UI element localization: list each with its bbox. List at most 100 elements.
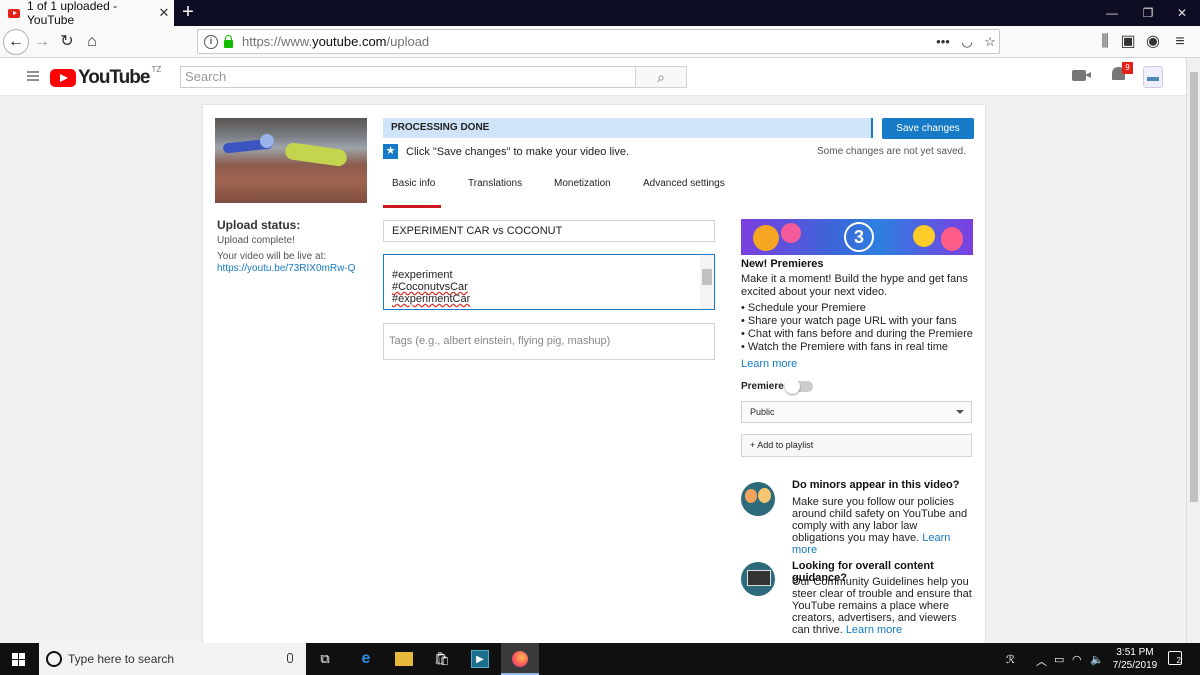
countdown-number: 3	[844, 222, 874, 252]
logo-text: YouTube	[78, 67, 150, 88]
firefox-taskbar-button[interactable]	[501, 643, 539, 675]
close-window-button[interactable]: ✕	[1162, 0, 1200, 26]
tab-translations[interactable]: Translations	[468, 178, 522, 189]
notifications-badge: 9	[1122, 62, 1133, 74]
youtube-logo[interactable]: YouTube TZ	[50, 65, 162, 89]
bookmark-star-icon[interactable]: ☆	[981, 33, 999, 51]
description-line: #experiment	[392, 269, 453, 281]
pocket-icon[interactable]: ◡	[958, 33, 976, 51]
upload-status-value: Upload complete!	[217, 235, 295, 246]
taskbar-search-input[interactable]: Type here to search	[39, 643, 306, 675]
people-icon[interactable]: ℛ	[1006, 653, 1015, 666]
privacy-value: Public	[750, 407, 775, 417]
guide-menu-icon[interactable]	[27, 71, 39, 81]
add-to-playlist-button[interactable]: + Add to playlist	[741, 434, 972, 457]
search-input[interactable]: Search	[180, 66, 636, 88]
back-button[interactable]: ←	[3, 29, 29, 55]
premieres-learn-more-link[interactable]: Learn more	[741, 358, 797, 370]
page-actions-button[interactable]: •••	[934, 33, 952, 51]
video-link[interactable]: https://youtu.be/73RIX0mRw-Q	[217, 263, 355, 274]
clock-time: 3:51 PM	[1116, 647, 1154, 658]
unsaved-notice: Some changes are not yet saved.	[817, 146, 966, 157]
minors-heading: Do minors appear in this video?	[792, 479, 960, 491]
chevron-down-icon	[956, 410, 964, 414]
library-icon[interactable]: ⫼	[1093, 30, 1117, 54]
premiere-toggle[interactable]	[785, 379, 813, 394]
action-center-icon[interactable]: 2	[1168, 651, 1182, 665]
firefox-icon	[512, 651, 528, 667]
taskbar-search-placeholder: Type here to search	[68, 652, 175, 666]
children-illustration-icon	[741, 482, 775, 516]
sidebar-icon[interactable]: ▣	[1116, 30, 1140, 54]
save-hint: Click "Save changes" to make your video …	[406, 146, 630, 158]
minors-text: Make sure you follow our policies around…	[792, 496, 968, 556]
save-changes-button[interactable]: Save changes	[882, 118, 974, 139]
privacy-select[interactable]: Public	[741, 401, 972, 423]
tags-input[interactable]: Tags (e.g., albert einstein, flying pig,…	[383, 323, 715, 360]
taskbar: Type here to search ⧉ e 🛍 ▶ ℛ ︿ ▭ ◠ 🔈 3:…	[0, 643, 1200, 675]
active-tab-indicator	[383, 205, 441, 208]
browser-tab[interactable]: 1 of 1 uploaded - YouTube ✕	[0, 0, 174, 27]
screen: 1 of 1 uploaded - YouTube ✕ + — ❐ ✕ ← → …	[0, 0, 1200, 675]
youtube-favicon-icon	[8, 8, 20, 18]
video-title-input[interactable]: EXPERIMENT CAR vs COCONUT	[383, 220, 715, 242]
description-textarea[interactable]: #experiment #CoconutvsCar #experimentCar	[383, 254, 715, 310]
store-icon[interactable]: 🛍	[433, 650, 451, 668]
volume-icon[interactable]: 🔈	[1090, 653, 1104, 666]
edge-icon[interactable]: e	[357, 650, 375, 668]
search-icon: ⌕	[657, 69, 665, 85]
upload-status-label: Upload status:	[217, 218, 301, 232]
premieres-bullet: • Watch the Premiere with fans in real t…	[741, 341, 949, 353]
page-scrollbar[interactable]	[1186, 58, 1200, 643]
content-guidance-text: Our Community Guidelines help you steer …	[792, 576, 972, 636]
upload-card: Upload status: Upload complete! Your vid…	[202, 104, 986, 649]
premieres-bullet: • Share your watch page URL with your fa…	[741, 315, 957, 327]
task-view-icon[interactable]: ⧉	[316, 650, 334, 668]
system-clock[interactable]: 3:51 PM 7/25/2019	[1110, 646, 1160, 672]
media-app-icon[interactable]: ▶	[471, 650, 489, 668]
tab-title: 1 of 1 uploaded - YouTube	[27, 0, 118, 27]
menu-icon[interactable]: ≡	[1168, 30, 1192, 54]
description-line: #experimentCar	[392, 293, 471, 305]
lock-icon	[224, 34, 233, 48]
premieres-banner: 3	[741, 219, 973, 255]
new-tab-button[interactable]: +	[178, 2, 198, 24]
scrollbar-thumb[interactable]	[1190, 72, 1198, 502]
info-icon[interactable]: i	[204, 34, 218, 49]
description-line: #CoconutvsCar	[392, 281, 468, 293]
microphone-icon[interactable]	[287, 653, 293, 663]
battery-icon[interactable]: ▭	[1054, 653, 1064, 666]
address-bar[interactable]: i https://www.youtube.com/upload ••• ◡ ☆	[197, 29, 1000, 54]
tab-basic-info[interactable]: Basic info	[392, 178, 435, 189]
premieres-heading: New! Premieres	[741, 258, 824, 270]
minimize-button[interactable]: —	[1092, 0, 1132, 26]
forward-button[interactable]: →	[30, 30, 54, 54]
description-scrollbar[interactable]	[700, 255, 714, 309]
navigation-bar: ← → ↻ ⌂ i https://www.youtube.com/upload…	[0, 26, 1200, 58]
wifi-icon[interactable]: ◠	[1072, 653, 1082, 666]
cortana-icon	[46, 651, 62, 667]
live-at-label: Your video will be live at:	[217, 251, 327, 262]
search-button[interactable]: ⌕	[635, 66, 687, 88]
home-button[interactable]: ⌂	[80, 30, 104, 54]
file-explorer-icon[interactable]	[395, 652, 413, 666]
tab-close-button[interactable]: ✕	[154, 5, 174, 21]
tab-advanced-settings[interactable]: Advanced settings	[643, 178, 725, 189]
start-button[interactable]	[12, 653, 25, 666]
guidelines-learn-more-link[interactable]: Learn more	[846, 624, 902, 636]
video-thumbnail	[215, 118, 367, 203]
youtube-header: YouTube TZ Search ⌕ 9	[0, 58, 1186, 96]
star-icon: ★	[383, 144, 398, 159]
reload-button[interactable]: ↻	[55, 30, 79, 54]
guidelines-illustration-icon	[741, 562, 775, 596]
processing-status-bar: PROCESSING DONE	[383, 118, 873, 138]
account-icon[interactable]: ◉	[1141, 30, 1165, 54]
tab-monetization[interactable]: Monetization	[554, 178, 611, 189]
upload-video-icon[interactable]	[1072, 70, 1091, 81]
premieres-bullet: • Chat with fans before and during the P…	[741, 328, 973, 340]
url-text: https://www.youtube.com/upload	[242, 34, 430, 49]
premiere-toggle-label: Premiere	[741, 381, 784, 392]
avatar[interactable]	[1143, 66, 1163, 88]
show-hidden-icons-chevron-up-icon[interactable]: ︿	[1036, 653, 1047, 669]
country-code: TZ	[151, 65, 162, 74]
